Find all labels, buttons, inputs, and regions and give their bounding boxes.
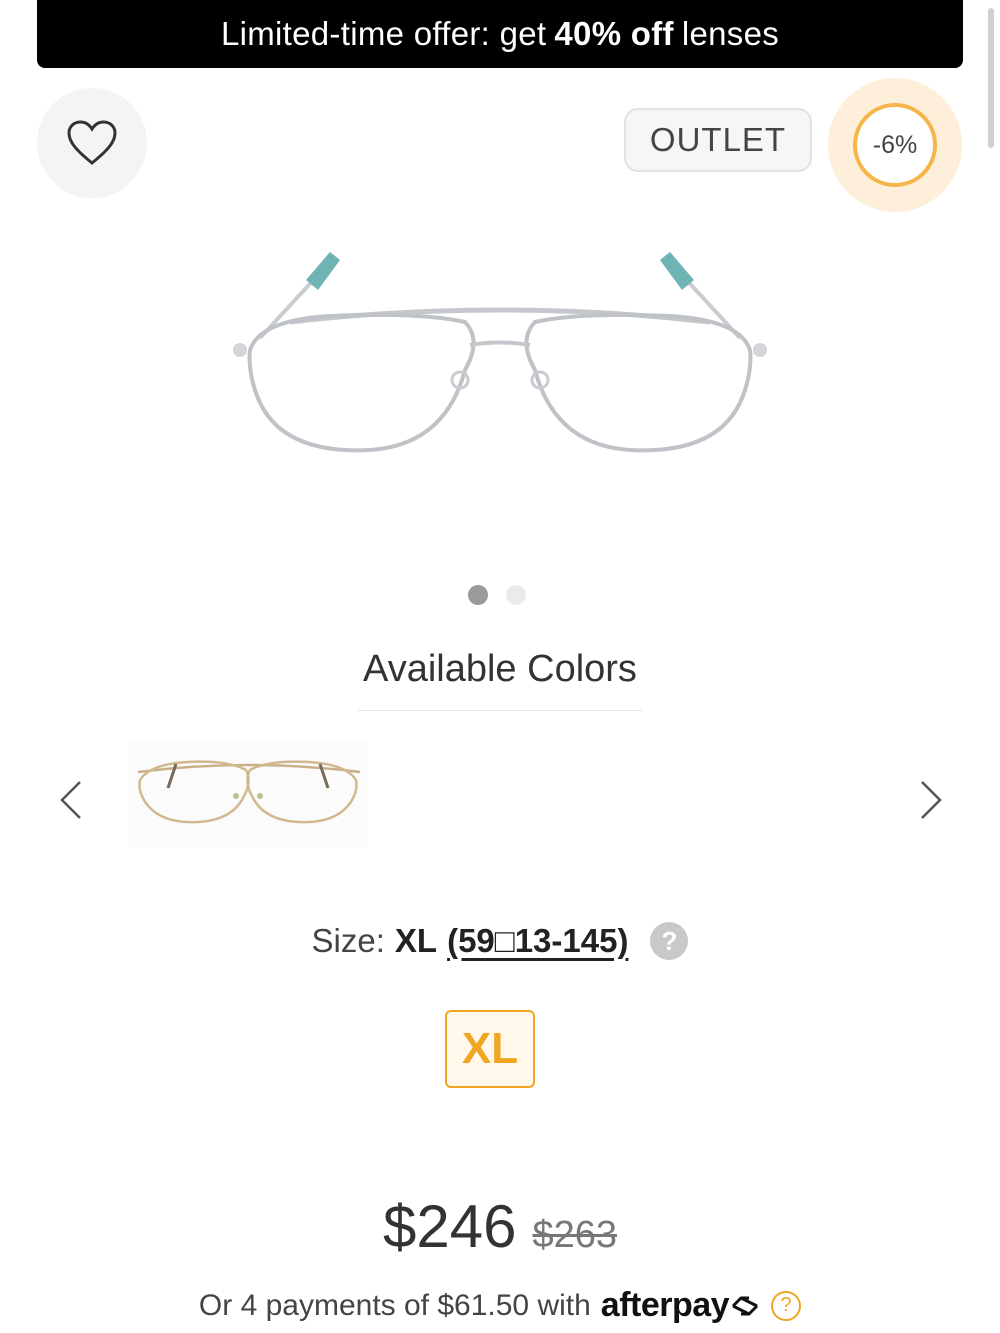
scrollbar[interactable] — [988, 8, 994, 148]
heart-icon — [67, 120, 117, 165]
promo-highlight: 40% off — [554, 15, 674, 52]
discount-value: -6% — [853, 103, 937, 187]
current-price: $246 — [382, 1193, 517, 1260]
price-row: $246 $263 — [0, 1192, 1000, 1261]
favorite-button[interactable] — [37, 88, 147, 198]
carousel-dot-2[interactable] — [506, 585, 526, 605]
color-swatch-gold[interactable] — [128, 740, 368, 848]
outlet-badge: OUTLET — [624, 108, 812, 172]
size-value: XL — [394, 922, 438, 959]
promo-banner[interactable]: Limited-time offer: get 40% off lenses — [37, 0, 963, 68]
carousel-dots — [468, 585, 526, 605]
original-price: $263 — [532, 1214, 618, 1256]
installments-text: Or 4 payments of $61.50 with — [198, 1288, 591, 1322]
afterpay-help-icon[interactable]: ? — [771, 1290, 802, 1321]
available-colors-title: Available Colors — [363, 648, 637, 690]
chevron-left-icon[interactable] — [52, 776, 92, 824]
size-help-icon[interactable]: ? — [650, 922, 689, 960]
discount-badge: -6% — [828, 78, 962, 212]
size-label: Size: — [311, 922, 385, 959]
afterpay-arrows-icon — [732, 1296, 759, 1315]
size-info: Size: XL (59□13-145) ? — [0, 922, 1000, 960]
afterpay-installments: Or 4 payments of $61.50 with afterpay ? — [0, 1286, 1000, 1325]
product-image[interactable] — [220, 240, 780, 470]
afterpay-logo[interactable]: afterpay — [601, 1286, 761, 1325]
promo-text-after: lenses — [681, 15, 780, 52]
promo-text-before: Limited-time offer: get — [220, 15, 547, 52]
size-option-xl[interactable]: XL — [445, 1010, 535, 1088]
carousel-dot-1[interactable] — [468, 585, 488, 605]
chevron-right-icon[interactable] — [910, 776, 950, 824]
divider — [358, 710, 642, 711]
size-measurement-link[interactable]: (59□13-145) — [447, 922, 628, 960]
